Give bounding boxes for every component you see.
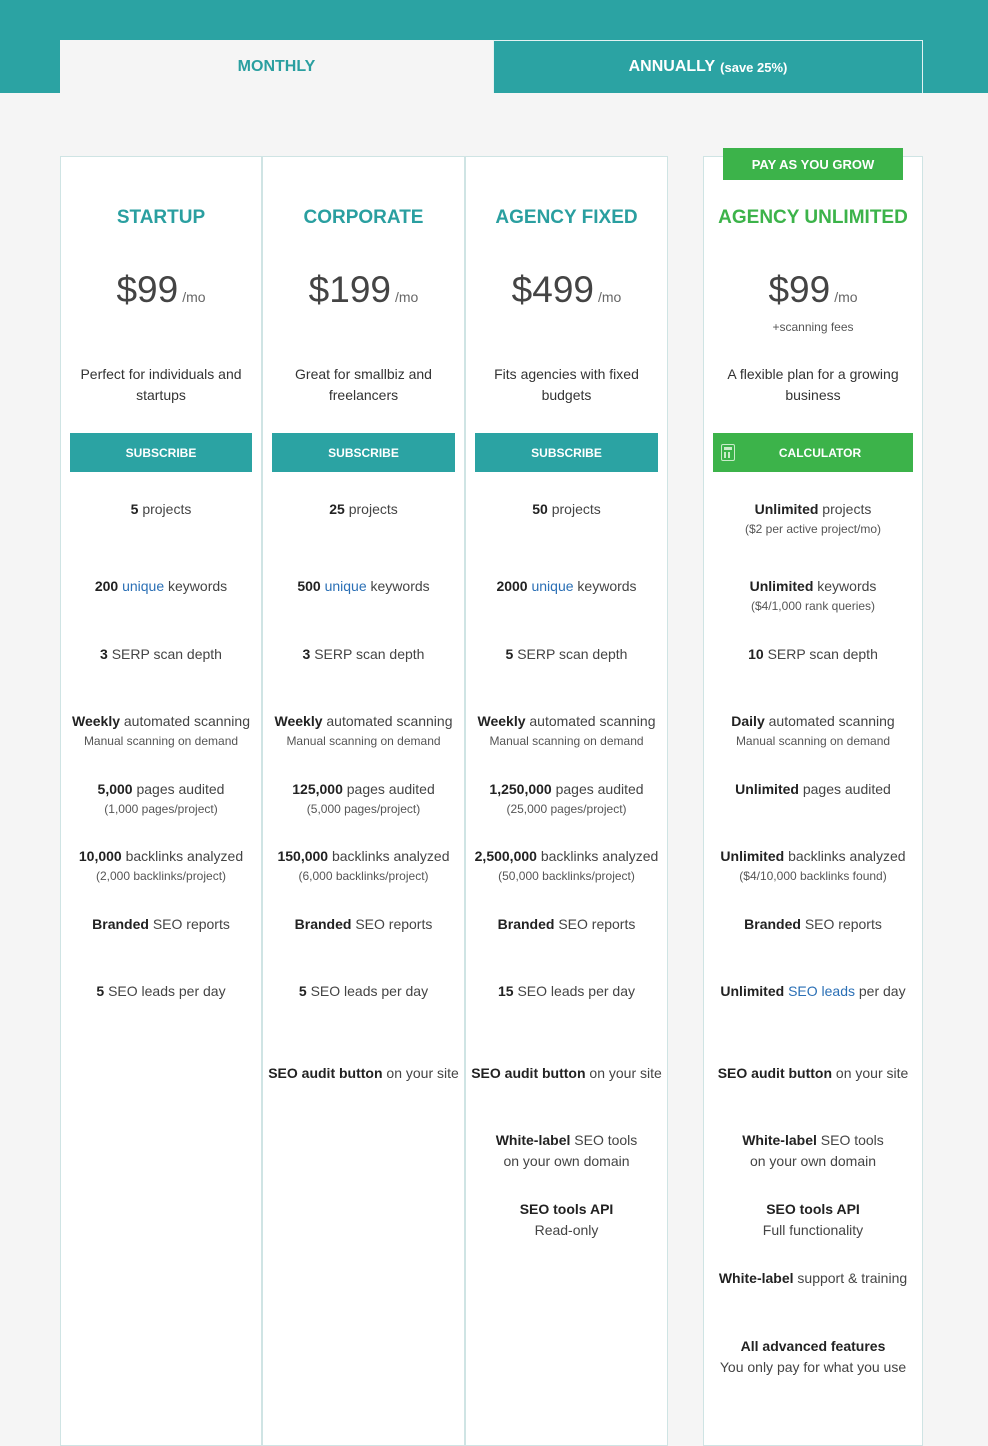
feature-audit-button: SEO audit button on your site: [717, 1065, 909, 1081]
feature-scanning: Weekly automated scanning Manual scanning…: [274, 713, 453, 748]
feature-scanning: Weekly automated scanning Manual scanning…: [477, 713, 656, 748]
feature-projects: 50 projects: [532, 501, 601, 517]
feature-pages: Unlimited pages audited: [735, 781, 891, 797]
feature-serp-depth: 5 SERP scan depth: [505, 646, 628, 662]
feature-audit-button: SEO audit button on your site: [268, 1065, 459, 1081]
price-amount: $499: [511, 269, 594, 310]
feature-scanning: Daily automated scanning Manual scanning …: [731, 713, 895, 748]
plan-name: AGENCY UNLIMITED: [718, 207, 908, 228]
subscribe-button[interactable]: SUBSCRIBE: [475, 433, 658, 472]
tab-monthly[interactable]: MONTHLY: [60, 40, 493, 93]
plan-description: Great for smallbiz and freelancers: [295, 366, 432, 403]
tab-annually-save: (save 25%): [720, 59, 788, 75]
plan-card-startup: STARTUP $99/mo Perfect for individuals a…: [60, 156, 262, 1446]
feature-backlinks: 2,500,000 backlinks analyzed (50,000 back…: [474, 848, 659, 883]
price-amount: $199: [308, 269, 391, 310]
feature-serp-depth: 10 SERP scan depth: [748, 646, 878, 662]
feature-reports: Branded SEO reports: [497, 916, 636, 932]
feature-pages: 5,000 pages audited (1,000 pages/project): [97, 781, 225, 816]
plan-name: STARTUP: [116, 207, 206, 228]
tab-annually[interactable]: ANNUALLY (save 25%): [493, 40, 923, 93]
subscribe-button[interactable]: SUBSCRIBE: [70, 433, 252, 472]
plan-card-agency-unlimited: AGENCY UNLIMITED $99/mo +scanning fees A…: [703, 156, 923, 1446]
feature-backlinks: 10,000 backlinks analyzed (2,000 backlink…: [78, 848, 244, 883]
feature-serp-depth: 3 SERP scan depth: [100, 646, 222, 662]
seo-leads-link[interactable]: SEO leads: [788, 983, 855, 999]
unique-link[interactable]: unique: [325, 578, 367, 594]
feature-audit-button: SEO audit button on your site: [471, 1065, 662, 1081]
subscribe-button[interactable]: SUBSCRIBE: [272, 433, 455, 472]
pay-as-you-grow-badge: PAY AS YOU GROW: [723, 148, 903, 180]
feature-reports: Branded SEO reports: [744, 916, 882, 932]
feature-serp-depth: 3 SERP scan depth: [302, 646, 425, 662]
feature-advanced: All advanced features You only pay for wh…: [719, 1338, 907, 1375]
feature-projects: 25 projects: [329, 501, 398, 517]
feature-keywords: Unlimited keywords ($4/1,000 rank queries…: [749, 578, 877, 613]
plan-description: A flexible plan for a growing business: [727, 366, 899, 403]
plan-price: $499/mo: [466, 269, 667, 311]
plan-card-agency-fixed: AGENCY FIXED $499/mo Fits agencies with …: [465, 156, 668, 1446]
plan-name: AGENCY FIXED: [495, 207, 638, 228]
feature-pages: 1,250,000 pages audited (25,000 pages/pro…: [489, 781, 644, 816]
unique-link[interactable]: unique: [122, 578, 164, 594]
plan-description: Perfect for individuals and startups: [80, 366, 242, 403]
tab-monthly-label: MONTHLY: [237, 57, 316, 75]
plan-price: $99/mo: [61, 269, 261, 311]
feature-leads: 15 SEO leads per day: [498, 983, 635, 999]
feature-projects: Unlimited projects ($2 per active project…: [744, 501, 882, 536]
feature-backlinks: Unlimited backlinks analyzed ($4/10,000 b…: [720, 848, 906, 883]
feature-reports: Branded SEO reports: [92, 916, 230, 932]
calculator-button[interactable]: CALCULATOR: [713, 433, 913, 472]
feature-scanning: Weekly automated scanning Manual scanning…: [72, 713, 250, 748]
price-amount: $99: [116, 269, 179, 310]
feature-reports: Branded SEO reports: [294, 916, 433, 932]
feature-leads: Unlimited SEO leads per day: [720, 983, 906, 999]
calculator-label: CALCULATOR: [778, 445, 862, 460]
price-period: /mo: [394, 289, 419, 305]
price-period: /mo: [597, 289, 622, 305]
feature-api: SEO tools API Read-only: [519, 1201, 614, 1238]
price-period: /mo: [834, 289, 858, 305]
plan-card-corporate: CORPORATE $199/mo Great for smallbiz and…: [262, 156, 465, 1446]
feature-keywords: 500 unique keywords: [297, 578, 430, 594]
unique-link[interactable]: unique: [531, 578, 573, 594]
feature-keywords: 2000 unique keywords: [496, 578, 637, 594]
plan-price: $99/mo: [704, 269, 922, 311]
price-amount: $99: [768, 269, 831, 310]
tab-annually-label: ANNUALLY: [628, 58, 716, 75]
feature-api: SEO tools API Full functionality: [762, 1201, 864, 1238]
plan-name: CORPORATE: [303, 207, 424, 228]
feature-pages: 125,000 pages audited (5,000 pages/projec…: [292, 781, 435, 816]
scanning-fees-note: +scanning fees: [772, 320, 854, 334]
calculator-icon: [721, 444, 735, 461]
feature-leads: 5 SEO leads per day: [298, 983, 429, 999]
feature-projects: 5 projects: [130, 501, 192, 517]
feature-white-label-support: White-label support & training: [718, 1270, 908, 1286]
feature-backlinks: 150,000 backlinks analyzed (6,000 backlin…: [277, 848, 450, 883]
plan-price: $199/mo: [263, 269, 464, 311]
feature-white-label-tools: White-label SEO tools on your own domain: [495, 1132, 638, 1169]
feature-leads: 5 SEO leads per day: [96, 983, 226, 999]
feature-white-label-tools: White-label SEO tools on your own domain: [742, 1132, 884, 1169]
price-period: /mo: [182, 289, 206, 305]
feature-keywords: 200 unique keywords: [94, 578, 228, 594]
plan-description: Fits agencies with fixed budgets: [494, 366, 639, 403]
